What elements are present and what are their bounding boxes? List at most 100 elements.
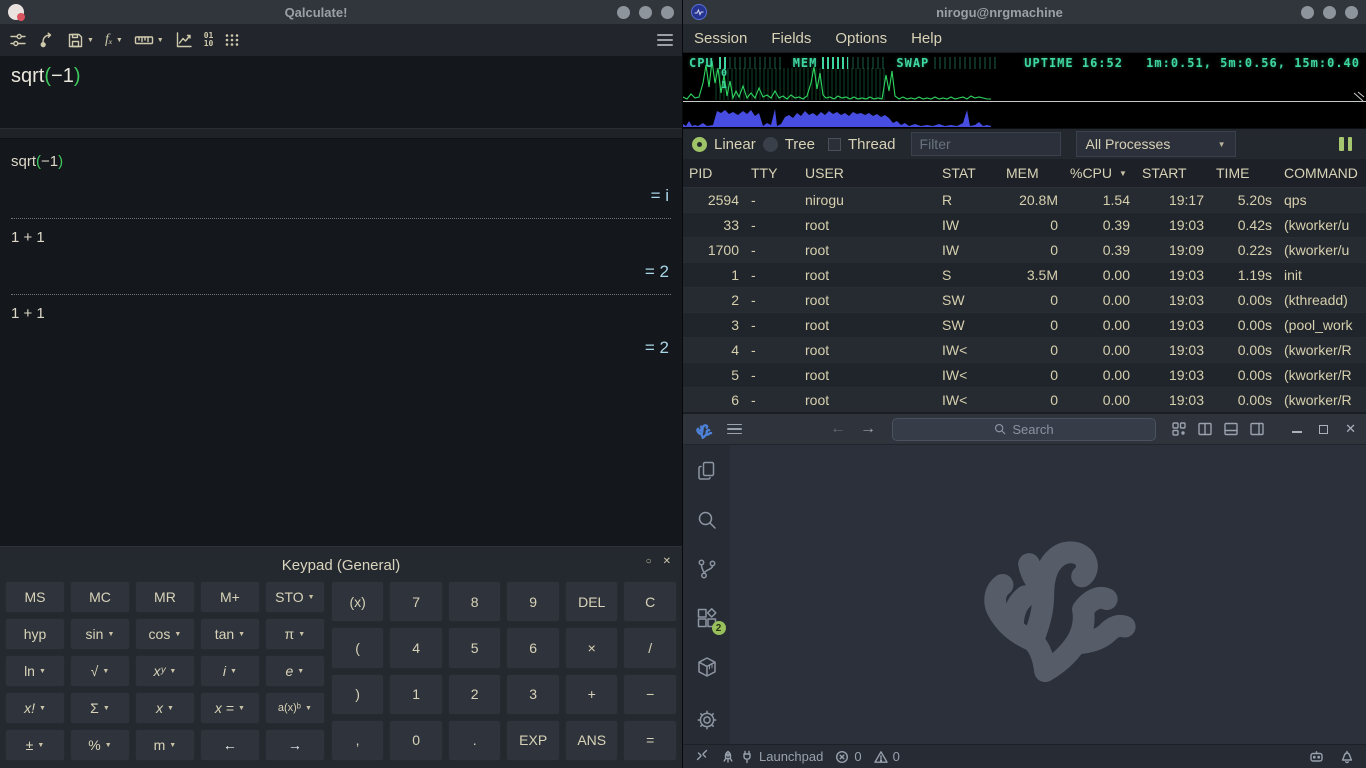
panel-bottom-icon[interactable] — [1223, 421, 1239, 437]
keypad-button-tan[interactable]: tan▼ — [200, 618, 260, 650]
keypad-button-C[interactable]: C — [623, 581, 677, 622]
process-scope-dropdown[interactable]: All Processes ▼ — [1076, 131, 1236, 157]
error-indicator[interactable]: 0 — [835, 749, 861, 764]
column-header-TTY[interactable]: TTY — [745, 159, 799, 187]
keypad-button-√[interactable]: √▼ — [70, 655, 130, 687]
keypad-button-1[interactable]: 1 — [389, 674, 443, 715]
back-arrow-icon[interactable]: ← — [830, 421, 846, 437]
number-bases-icon[interactable]: 0110 — [204, 32, 214, 48]
menu-session[interactable]: Session — [694, 30, 747, 47]
keypad-button-STO[interactable]: STO▼ — [265, 581, 325, 613]
keypad-button-4[interactable]: 4 — [389, 627, 443, 668]
process-row[interactable]: 6-rootIW<00.0019:030.00s(kworker/R — [683, 388, 1366, 412]
process-row[interactable]: 5-rootIW<00.0019:030.00s(kworker/R — [683, 362, 1366, 388]
pause-button[interactable] — [1339, 137, 1357, 151]
keypad-toggle-icon[interactable] — [224, 32, 240, 48]
process-row[interactable]: 33-rootIW00.3919:030.42s(kworker/u — [683, 212, 1366, 238]
column-header-START[interactable]: START — [1136, 159, 1210, 187]
menu-icon[interactable] — [727, 424, 742, 435]
keypad-button-8[interactable]: 8 — [448, 581, 502, 622]
keypad-button-hyp[interactable]: hyp — [5, 618, 65, 650]
hamburger-menu-icon[interactable] — [657, 34, 673, 46]
keypad-button-x =[interactable]: x =▼ — [200, 692, 260, 724]
history-entry[interactable]: 1 + 1= 2 — [11, 303, 671, 370]
source-control-icon[interactable] — [695, 557, 719, 581]
window-button[interactable] — [617, 6, 630, 19]
keypad-button-Σ[interactable]: Σ▼ — [70, 692, 130, 724]
keypad-button-9[interactable]: 9 — [506, 581, 560, 622]
keypad-button-e[interactable]: e▼ — [265, 655, 325, 687]
keypad-button-ln[interactable]: ln▼ — [5, 655, 65, 687]
close-button[interactable]: ✕ — [1345, 421, 1356, 437]
process-row[interactable]: 1700-rootIW00.3919:090.22s(kworker/u — [683, 238, 1366, 262]
keypad-button-x[interactable]: x▼ — [135, 692, 195, 724]
window-button[interactable] — [1345, 6, 1358, 19]
keypad-button-,[interactable]: , — [331, 720, 385, 761]
thread-checkbox[interactable] — [828, 138, 841, 151]
column-header-COMMAND[interactable]: COMMAND — [1278, 159, 1366, 187]
keypad-button-MS[interactable]: MS — [5, 581, 65, 613]
keypad-button-DEL[interactable]: DEL — [565, 581, 619, 622]
units-icon[interactable]: ▼ — [134, 32, 164, 48]
warning-indicator[interactable]: 0 — [874, 749, 900, 764]
keypad-button-x![interactable]: x!▼ — [5, 692, 65, 724]
package-icon[interactable] — [695, 655, 719, 679]
column-header-PID[interactable]: PID — [683, 159, 745, 187]
extensions-icon[interactable]: 2 — [695, 606, 719, 630]
keypad-button-M+[interactable]: M+ — [200, 581, 260, 613]
file-explorer-icon[interactable] — [695, 459, 719, 483]
expression-input[interactable]: sqrt(−1) — [0, 57, 682, 129]
keypad-button-→[interactable]: → — [265, 729, 325, 761]
keypad-button-xʸ[interactable]: xʸ▼ — [135, 655, 195, 687]
keypad-button-([interactable]: ( — [331, 627, 385, 668]
keypad-button-6[interactable]: 6 — [506, 627, 560, 668]
disconnected-icon[interactable] — [695, 748, 709, 765]
process-row[interactable]: 2594-niroguR20.8M1.5419:175.20sqps — [683, 188, 1366, 212]
keypad-button-7[interactable]: 7 — [389, 581, 443, 622]
window-button[interactable] — [1323, 6, 1336, 19]
keypad-button-ANS[interactable]: ANS — [565, 720, 619, 761]
split-vertical-icon[interactable] — [1197, 421, 1213, 437]
keypad-button-sin[interactable]: sin▼ — [70, 618, 130, 650]
keypad-button-−[interactable]: − — [623, 674, 677, 715]
keypad-button-cos[interactable]: cos▼ — [135, 618, 195, 650]
keypad-detach-icon[interactable]: ○ — [646, 556, 652, 567]
keypad-button-EXP[interactable]: EXP — [506, 720, 560, 761]
keypad-button-3[interactable]: 3 — [506, 674, 560, 715]
process-row[interactable]: 1-rootS3.5M0.0019:031.19sinit — [683, 262, 1366, 288]
keypad-button-0[interactable]: 0 — [389, 720, 443, 761]
minimize-button[interactable] — [1292, 431, 1302, 433]
forward-arrow-icon[interactable]: → — [860, 421, 876, 437]
keypad-button-/[interactable]: / — [623, 627, 677, 668]
keypad-button-←[interactable]: ← — [200, 729, 260, 761]
menu-help[interactable]: Help — [911, 30, 942, 47]
column-header-USER[interactable]: USER — [799, 159, 936, 187]
keypad-button-MR[interactable]: MR — [135, 581, 195, 613]
settings-gear-icon[interactable] — [695, 708, 719, 732]
history-entry[interactable]: sqrt(−1)= i — [11, 151, 671, 218]
bell-icon[interactable] — [1340, 749, 1354, 764]
keypad-button-2[interactable]: 2 — [448, 674, 502, 715]
column-header-MEM[interactable]: MEM — [1000, 159, 1064, 187]
store-icon[interactable]: ▼ — [67, 32, 94, 49]
launchpad-item[interactable]: Launchpad — [721, 749, 823, 764]
maximize-button[interactable] — [1319, 425, 1328, 434]
keypad-button-π[interactable]: π▼ — [265, 618, 325, 650]
menu-fields[interactable]: Fields — [771, 30, 811, 47]
column-header-TIME[interactable]: TIME — [1210, 159, 1278, 187]
keypad-button-m[interactable]: m▼ — [135, 729, 195, 761]
keypad-button-a(x)ᵇ[interactable]: a(x)ᵇ▼ — [265, 692, 325, 724]
layout-grid-icon[interactable] — [1171, 421, 1187, 437]
process-row[interactable]: 4-rootIW<00.0019:030.00s(kworker/R — [683, 338, 1366, 362]
panel-right-icon[interactable] — [1249, 421, 1265, 437]
filter-input[interactable] — [911, 132, 1061, 156]
column-header-STAT[interactable]: STAT — [936, 159, 1000, 187]
assistant-robot-icon[interactable] — [1309, 749, 1324, 764]
keypad-button-.[interactable]: . — [448, 720, 502, 761]
history-entry[interactable]: 1 + 1= 2 — [11, 227, 671, 294]
mode-icon[interactable] — [9, 31, 27, 49]
window-button[interactable] — [1301, 6, 1314, 19]
keypad-button-)[interactable]: ) — [331, 674, 385, 715]
column-header-%CPU[interactable]: %CPU▼ — [1064, 159, 1136, 187]
process-row[interactable]: 2-rootSW00.0019:030.00s(kthreadd) — [683, 288, 1366, 312]
